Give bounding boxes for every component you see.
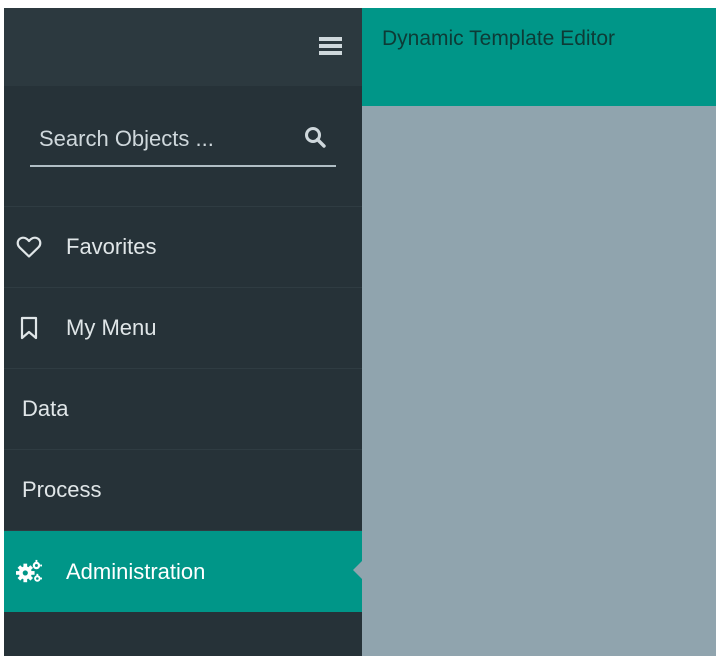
- sidebar-item-administration[interactable]: Administration: [4, 531, 362, 612]
- sidebar-item-favorites[interactable]: Favorites: [4, 207, 362, 288]
- sidebar-header: [4, 8, 362, 86]
- heart-outline-icon: [16, 234, 42, 260]
- content-header: Dynamic Template Editor: [362, 8, 716, 106]
- hamburger-bar: [319, 37, 342, 41]
- sidebar-item-my-menu[interactable]: My Menu: [4, 288, 362, 369]
- search-box: [4, 86, 362, 207]
- page-title: Dynamic Template Editor: [382, 27, 616, 50]
- sidebar-item-data[interactable]: Data: [4, 369, 362, 450]
- sidebar-item-label: Favorites: [66, 234, 157, 259]
- main-content: Dynamic Template Editor: [362, 8, 716, 656]
- search-input[interactable]: [30, 115, 290, 163]
- sidebar-item-label: Administration: [66, 558, 206, 584]
- sidebar-item-label: Data: [22, 396, 69, 421]
- search-field: [30, 115, 336, 167]
- sidebar-item-label: Process: [22, 477, 102, 502]
- gears-icon: [16, 559, 42, 585]
- sidebar: Favorites My Menu Data Process: [4, 8, 362, 656]
- hamburger-bar: [319, 44, 342, 48]
- active-indicator-caret: [353, 561, 362, 579]
- sidebar-item-label: My Menu: [66, 315, 157, 340]
- hamburger-bar: [319, 51, 342, 55]
- bookmark-outline-icon: [16, 315, 42, 341]
- sidebar-item-process[interactable]: Process: [4, 450, 362, 531]
- hamburger-menu-icon[interactable]: [319, 37, 342, 55]
- app-frame: Favorites My Menu Data Process: [4, 8, 716, 656]
- search-icon[interactable]: [304, 126, 326, 148]
